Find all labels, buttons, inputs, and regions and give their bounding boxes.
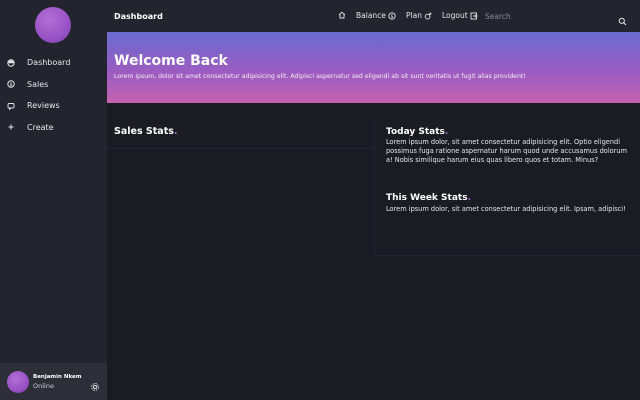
- today-stats-title-text: Today Stats: [386, 127, 445, 137]
- dollar-icon: $: [388, 11, 396, 19]
- balance-link[interactable]: Balance $: [356, 11, 396, 20]
- sales-stats-title: Sales Stats.: [114, 126, 178, 137]
- svg-text:$: $: [9, 82, 12, 88]
- today-stats-text: Lorem ipsum dolor, sit amet consectetur …: [386, 138, 628, 165]
- title-dot: .: [467, 193, 471, 203]
- profile-name: Benjamin Nkem: [33, 373, 82, 380]
- user-profile: Benjamin Nkem Online: [0, 363, 107, 400]
- sidebar-nav: Dashboard $ Sales Reviews Create: [0, 52, 107, 138]
- plus-icon: [6, 122, 16, 132]
- logout-label: Logout: [442, 11, 468, 20]
- week-stats-title: This Week Stats.: [386, 193, 471, 203]
- week-stats-text: Lorem ipsum dolor, sit amet consectetur …: [386, 205, 626, 213]
- page-title: Dashboard: [114, 11, 163, 21]
- sidebar-item-sales[interactable]: $ Sales: [0, 74, 107, 96]
- search-input[interactable]: [485, 10, 605, 22]
- sales-stats-card: Sales Stats.: [107, 118, 373, 149]
- top-bar: Dashboard Balance $ Plan Logout: [107, 0, 640, 32]
- dollar-icon: $: [6, 79, 16, 89]
- gear-icon[interactable]: [90, 377, 100, 391]
- sidebar-item-label: Reviews: [27, 101, 60, 111]
- svg-text:$: $: [390, 13, 393, 19]
- sidebar-item-dashboard[interactable]: Dashboard: [0, 52, 107, 74]
- dashboard-icon: [6, 58, 16, 68]
- logo-avatar[interactable]: [35, 7, 71, 43]
- plan-label: Plan: [406, 11, 422, 20]
- title-dot: .: [444, 127, 449, 137]
- profile-info: Benjamin Nkem Online: [33, 373, 90, 391]
- stats-card: Today Stats. Lorem ipsum dolor, sit amet…: [375, 118, 640, 256]
- chat-icon: [6, 101, 16, 111]
- sidebar-item-label: Create: [27, 122, 54, 132]
- sales-stats-title-text: Sales Stats: [114, 126, 174, 137]
- banner-text: Lorem ipsum, dolor sit amet consectetur …: [114, 73, 526, 80]
- logout-link[interactable]: Logout: [442, 11, 478, 20]
- avatar[interactable]: [7, 370, 29, 393]
- sidebar: Dashboard $ Sales Reviews Create Benjami…: [0, 0, 107, 400]
- home-icon[interactable]: [336, 11, 346, 19]
- balance-label: Balance: [356, 11, 386, 20]
- plan-link[interactable]: Plan: [406, 11, 432, 20]
- today-stats-title: Today Stats.: [386, 127, 448, 137]
- profile-status: Online: [33, 381, 54, 390]
- sidebar-item-label: Dashboard: [27, 58, 71, 68]
- logout-icon: [470, 12, 478, 19]
- sidebar-item-create[interactable]: Create: [0, 117, 107, 139]
- sidebar-item-label: Sales: [27, 79, 49, 89]
- search-icon[interactable]: [618, 11, 628, 26]
- title-dot: .: [173, 126, 178, 137]
- sidebar-item-reviews[interactable]: Reviews: [0, 95, 107, 117]
- banner-title: Welcome Back: [114, 53, 228, 69]
- welcome-banner: Welcome Back Lorem ipsum, dolor sit amet…: [107, 32, 640, 103]
- week-stats-title-text: This Week Stats: [386, 193, 468, 203]
- rocket-icon: [424, 12, 432, 19]
